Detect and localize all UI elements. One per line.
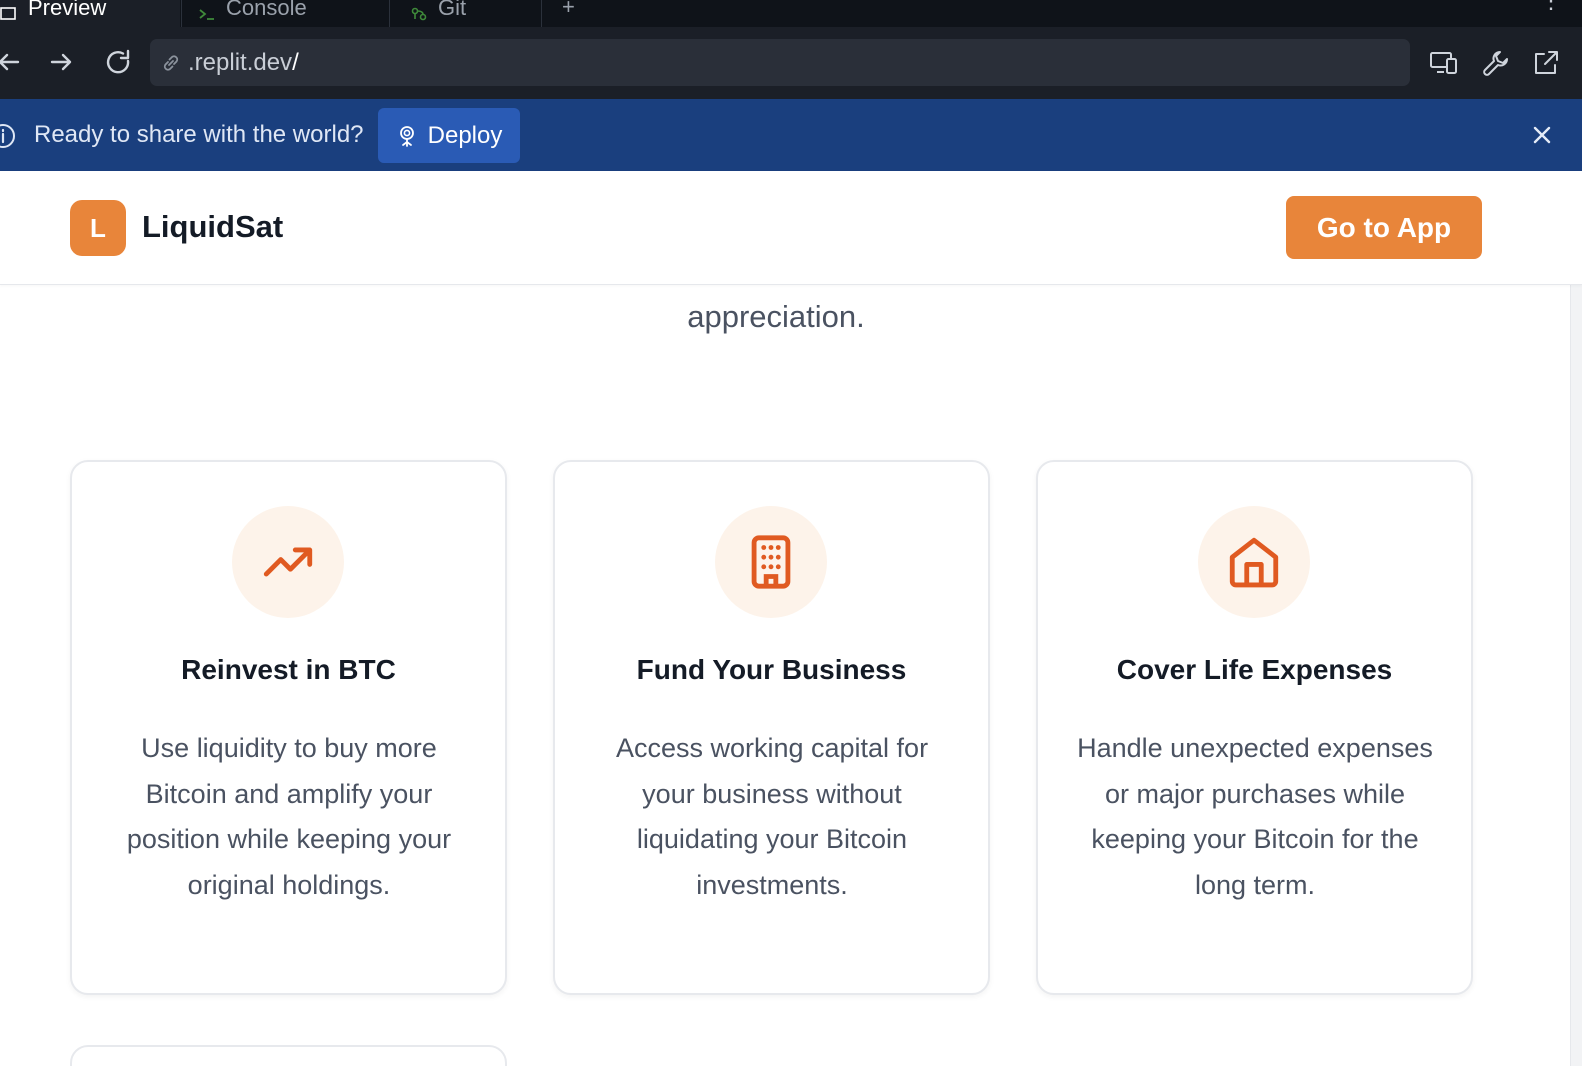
new-tab-button[interactable]: + [562,0,575,20]
tab-git-label: Git [438,0,467,20]
banner-message: Ready to share with the world? [34,121,364,148]
open-external-icon[interactable] [1530,47,1562,79]
building-icon [751,535,791,589]
next-card-partial [70,1045,507,1066]
forward-icon[interactable] [46,47,76,77]
trending-up-icon [263,547,313,577]
tab-divider [541,0,542,27]
main-content: appreciation. Reinvest in BTC Use liquid… [0,285,1582,1066]
card-description: Access working capital for your business… [615,733,929,900]
url-path: / [292,48,299,76]
back-icon[interactable] [0,47,24,77]
feature-card-reinvest: Reinvest in BTC Use liquidity to buy mor… [70,460,507,995]
more-options-icon[interactable]: ⋮ [1540,0,1562,14]
logo[interactable]: L [70,200,126,256]
wrench-icon[interactable] [1480,47,1512,79]
card-title: Fund Your Business [636,654,907,685]
url-text: .replit.dev/ [188,49,299,77]
card-icon-wrapper [1198,506,1310,618]
tab-console-label: Console [226,0,307,20]
card-description: Use liquidity to buy more Bitcoin and am… [126,733,452,900]
go-to-app-button[interactable]: Go to App [1286,196,1482,259]
address-bar[interactable]: .replit.dev/ [150,39,1410,86]
info-icon [0,124,15,148]
card-icon-wrapper [715,506,827,618]
browser-tab-strip: Preview Console Git + ⋮ [0,0,1582,27]
deploy-button[interactable]: Deploy [378,108,520,163]
card-title: Reinvest in BTC [181,654,396,685]
tab-divider [389,0,390,27]
screen: Preview Console Git + ⋮ .replit.dev/ Rea… [0,0,1582,1066]
deploy-banner: Ready to share with the world? Deploy [0,99,1582,171]
site-header: L LiquidSat Go to App [0,171,1582,285]
card-icon-wrapper [232,506,344,618]
tab-git[interactable]: Git [410,0,540,27]
tab-divider [181,0,182,27]
tab-console[interactable]: Console [198,0,388,27]
close-icon[interactable] [1530,123,1554,147]
link-icon [163,54,179,71]
tab-preview[interactable]: Preview [0,0,180,27]
feature-card-expenses: Cover Life Expenses Handle unexpected ex… [1036,460,1473,995]
deploy-label: Deploy [427,121,503,149]
brand-name[interactable]: LiquidSat [142,209,283,245]
git-branch-icon [411,7,427,21]
page-scrollbar[interactable] [1570,171,1582,1066]
feature-card-business: Fund Your Business Access working capita… [553,460,990,995]
browser-toolbar: .replit.dev/ [0,27,1582,99]
console-icon [199,9,214,20]
intro-text-tail: appreciation. [687,299,865,334]
url-host: .replit.dev [188,48,293,76]
home-icon [1229,537,1279,588]
devices-icon[interactable] [1428,47,1460,79]
reload-icon[interactable] [103,47,133,77]
preview-icon [0,7,16,20]
card-title: Cover Life Expenses [1116,654,1393,685]
tab-preview-label: Preview [28,0,107,20]
deploy-icon [399,125,414,147]
card-description: Handle unexpected expenses or major purc… [1077,733,1433,900]
